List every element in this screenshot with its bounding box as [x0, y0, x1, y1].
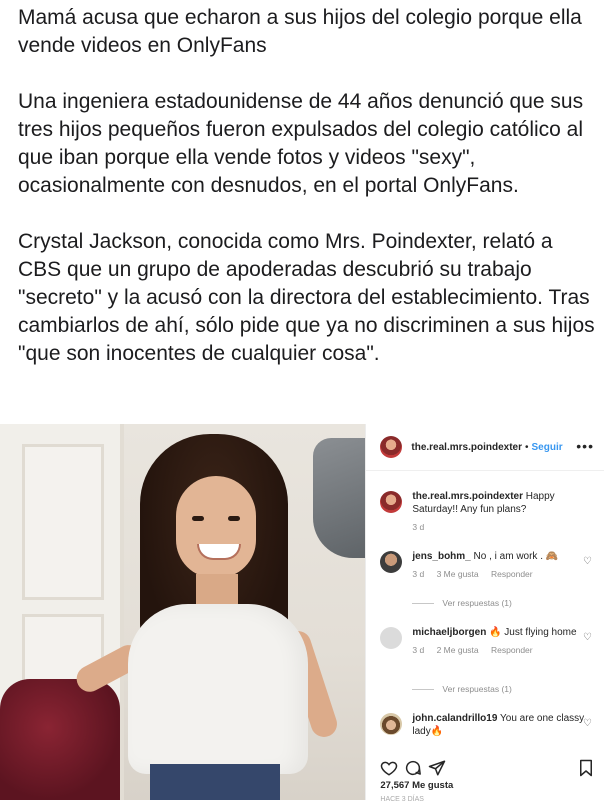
heart-icon[interactable]: ♡ [583, 718, 592, 729]
comment-username[interactable]: john.calandrillo19 [412, 713, 497, 724]
comment-likes[interactable]: 2 Me gusta [437, 645, 479, 655]
separator-dot: • [524, 441, 529, 453]
headline: Mamá acusa que echaron a sus hijos del c… [18, 6, 582, 57]
heart-icon[interactable] [380, 759, 398, 777]
comment: michaeljborgen 🔥 Just flying home 3 d 2 … [380, 626, 594, 657]
comment: john.calandrillo19 You are one classy la… [380, 712, 594, 738]
avatar[interactable] [380, 551, 403, 573]
follow-button[interactable]: Seguir [532, 442, 563, 453]
eye [228, 516, 240, 521]
avatar[interactable] [380, 627, 403, 649]
avatar[interactable] [380, 713, 403, 735]
comment-username[interactable]: michaeljborgen [412, 627, 486, 638]
action-bar [380, 759, 594, 781]
caption-username[interactable]: the.real.mrs.poindexter [412, 491, 523, 502]
view-replies-label[interactable]: Ver respuestas (1) [442, 598, 511, 608]
comment-likes[interactable]: 3 Me gusta [437, 569, 479, 579]
avatar[interactable] [380, 491, 403, 513]
divider [412, 602, 435, 604]
view-replies[interactable]: Ver respuestas (1) [412, 684, 512, 694]
reply-button[interactable]: Responder [491, 569, 533, 579]
view-replies[interactable]: Ver respuestas (1) [412, 598, 512, 608]
header-username[interactable]: the.real.mrs.poindexter [411, 442, 522, 453]
hanging-garment [313, 438, 366, 558]
comment-username[interactable]: jens_bohm_ [412, 551, 470, 562]
news-article: Mamá acusa que echaron a sus hijos del c… [18, 4, 598, 368]
view-replies-label[interactable]: Ver respuestas (1) [442, 684, 511, 694]
avatar[interactable] [380, 436, 403, 458]
divider [412, 688, 435, 690]
comment-text: 🔥 Just flying home [489, 627, 577, 638]
instagram-post: the.real.mrs.poindexter • Seguir ••• the… [0, 424, 604, 803]
caption: the.real.mrs.poindexter Happy Saturday!!… [380, 490, 594, 534]
post-photo [0, 424, 366, 800]
instagram-side-panel: the.real.mrs.poindexter • Seguir ••• the… [365, 424, 604, 803]
heart-icon[interactable]: ♡ [583, 556, 592, 567]
article-paragraph-1: Una ingeniera estadounidense de 44 años … [18, 90, 584, 197]
more-options-icon[interactable]: ••• [576, 438, 594, 454]
comment-icon[interactable] [404, 759, 422, 777]
article-paragraph-2: Crystal Jackson, conocida como Mrs. Poin… [18, 230, 595, 365]
comment-age: 3 d [412, 569, 425, 579]
comment-age: 3 d [412, 645, 425, 655]
post-header: the.real.mrs.poindexter • Seguir ••• [366, 424, 604, 471]
caption-age: 3 d [412, 522, 425, 532]
eye [192, 516, 204, 521]
woman-face [176, 476, 256, 578]
reply-button[interactable]: Responder [491, 645, 533, 655]
door-panel [22, 444, 104, 600]
white-tshirt [128, 604, 308, 774]
share-icon[interactable] [428, 759, 446, 777]
jeans [150, 764, 280, 800]
comment-text: No , i am work . 🙈 [473, 551, 559, 562]
heart-icon[interactable]: ♡ [583, 632, 592, 643]
likes-count[interactable]: 27,567 Me gusta [380, 780, 453, 791]
bookmark-icon[interactable] [578, 759, 594, 777]
comment: jens_bohm_ No , i am work . 🙈 3 d 3 Me g… [380, 550, 594, 581]
red-chair [0, 679, 120, 800]
